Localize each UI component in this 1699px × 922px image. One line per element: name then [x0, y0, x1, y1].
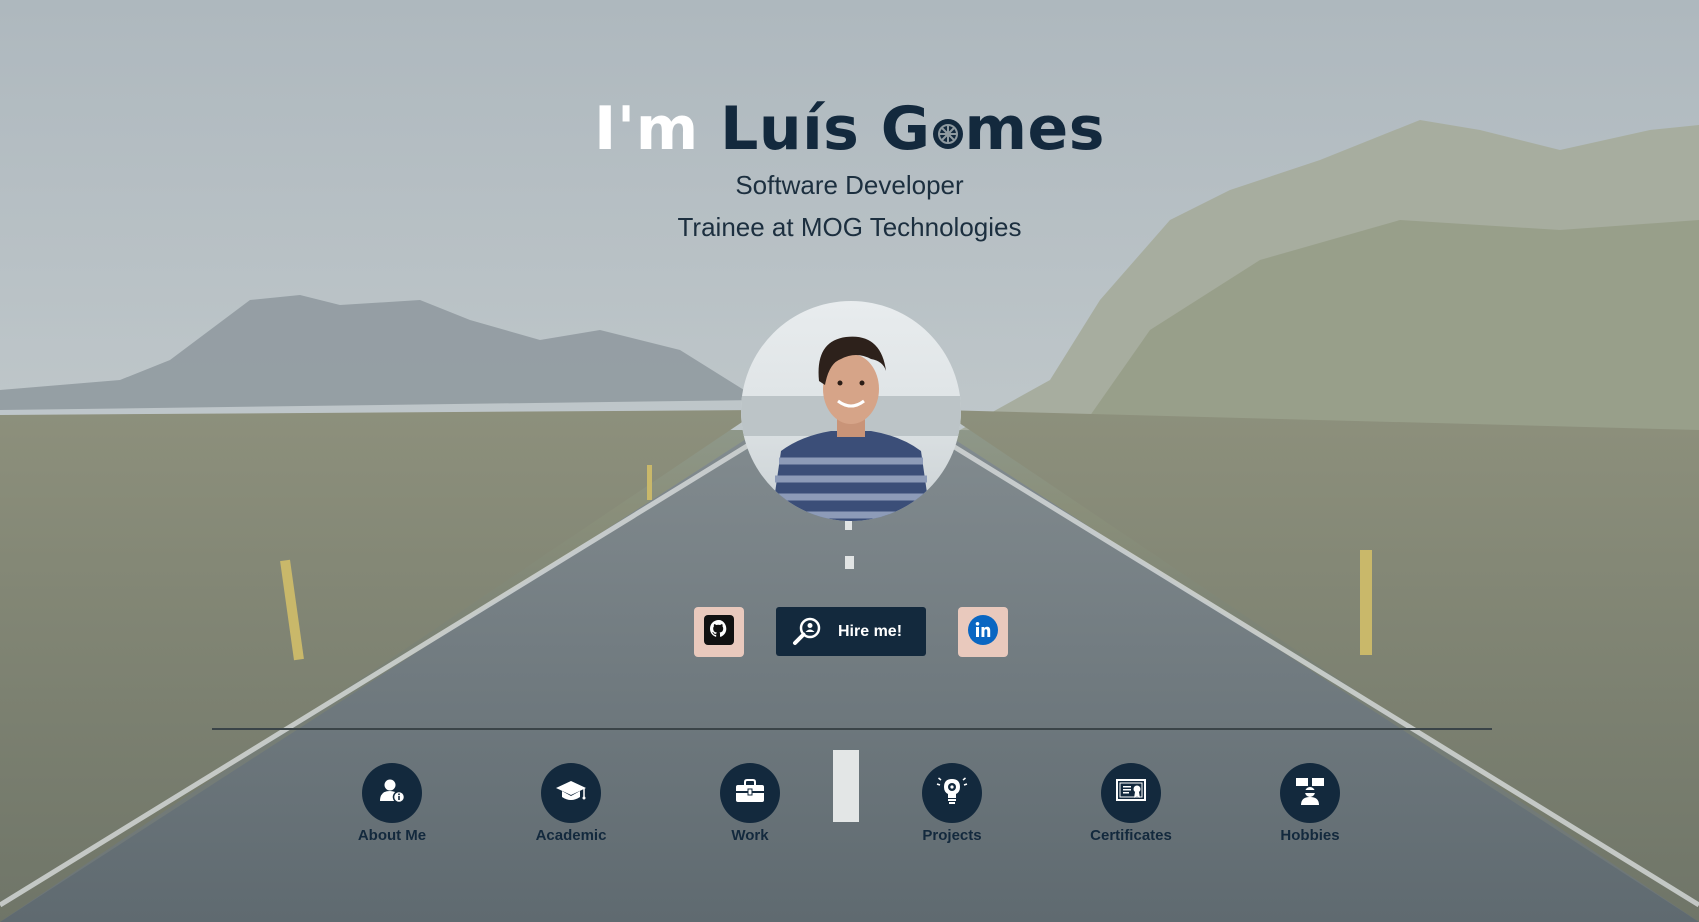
subtitle-company: Trainee at MOG Technologies: [677, 212, 1022, 242]
profile-photo: [741, 301, 961, 521]
gear-icon: [932, 95, 964, 165]
hobbies-icon: [1294, 775, 1326, 811]
nav-hobbies-circle: [1280, 763, 1340, 823]
nav-work-label: Work: [731, 827, 769, 844]
title-name-end: mes: [964, 94, 1105, 165]
nav-academic-label: Academic: [535, 827, 607, 844]
nav-hobbies[interactable]: Hobbies: [1245, 763, 1375, 844]
hero-section: I'm Luís G mes Software Developer Trainee…: [0, 0, 1699, 922]
person-portrait: [741, 336, 961, 521]
nav-certificates[interactable]: Certificates: [1066, 763, 1196, 844]
nav-projects-circle: [922, 763, 982, 823]
nav-academic-circle: [541, 763, 601, 823]
lightbulb-gear-icon: [936, 775, 968, 811]
nav-work[interactable]: Work: [685, 763, 815, 844]
nav-projects-label: Projects: [922, 827, 982, 844]
linkedin-icon: [967, 614, 999, 650]
nav-certificates-circle: [1101, 763, 1161, 823]
linkedin-button[interactable]: [958, 607, 1008, 657]
title-name-start: Luís G: [720, 94, 931, 165]
title-prefix: I'm: [594, 94, 699, 165]
graduation-cap-icon: [555, 776, 587, 810]
nav-projects[interactable]: Projects: [887, 763, 1017, 844]
nav-hobbies-label: Hobbies: [1280, 827, 1340, 844]
github-button[interactable]: [694, 607, 744, 657]
hire-me-button[interactable]: Hire me!: [776, 607, 926, 656]
user-info-icon: [377, 776, 407, 810]
page-title: I'm Luís G mes: [0, 94, 1699, 167]
briefcase-icon: [734, 777, 766, 809]
subtitle-role: Software Developer: [735, 170, 964, 200]
search-person-icon: [790, 615, 824, 649]
nav-about-me-label: About Me: [357, 827, 427, 844]
hire-me-label: Hire me!: [838, 622, 903, 640]
nav-about-me[interactable]: About Me: [327, 763, 457, 844]
certificate-icon: [1115, 776, 1147, 810]
nav-work-circle: [720, 763, 780, 823]
section-divider: [212, 728, 1492, 730]
nav-certificates-label: Certificates: [1090, 827, 1172, 844]
nav-about-me-circle: [362, 763, 422, 823]
github-icon: [703, 614, 735, 650]
nav-academic[interactable]: Academic: [506, 763, 636, 844]
